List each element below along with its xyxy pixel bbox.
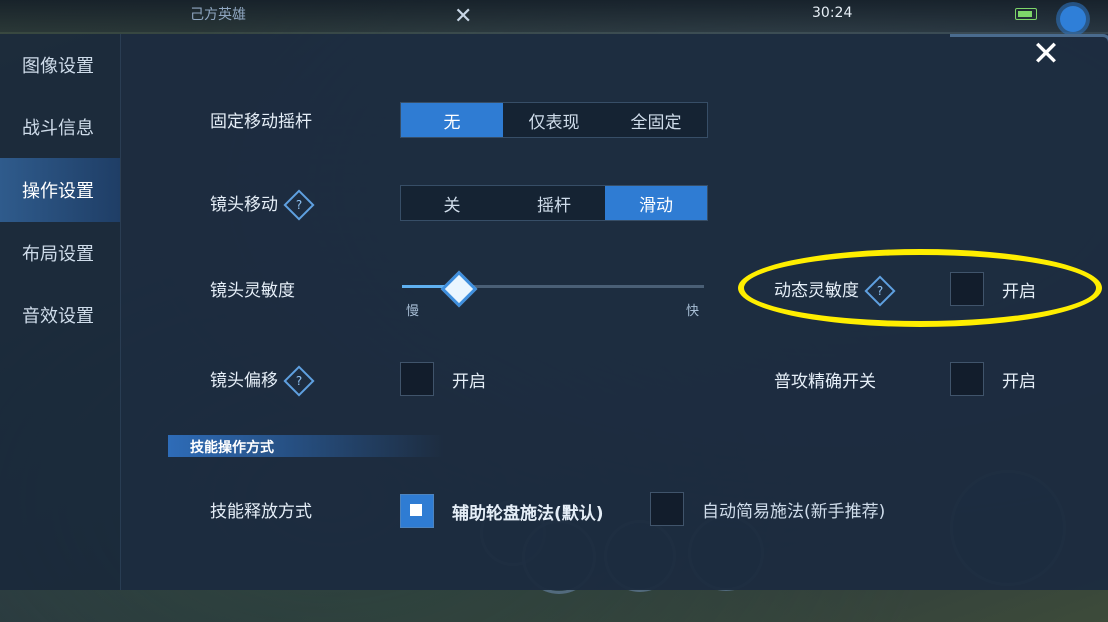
camera-offset-toggle-label: 开启	[452, 372, 486, 392]
sidebar-item-layout[interactable]: 布局设置	[0, 222, 120, 284]
close-icon: ✕	[1031, 34, 1061, 74]
game-hud-top: 己方英雄 ✕ 30:24	[0, 0, 1108, 32]
joystick-option-visual-only[interactable]: 仅表现	[503, 103, 605, 137]
skill-release-auto-simple-label: 自动简易施法(新手推荐)	[702, 502, 886, 522]
skill-section-header: 技能操作方式	[168, 435, 444, 457]
help-icon[interactable]: ?	[283, 365, 315, 397]
close-button[interactable]: ✕	[1022, 34, 1070, 74]
camera-move-option-joystick[interactable]: 摇杆	[503, 186, 605, 220]
joystick-option-full-fixed[interactable]: 全固定	[605, 103, 707, 137]
sidebar-item-label: 图像设置	[22, 56, 94, 77]
joystick-label: 固定移动摇杆	[210, 112, 312, 132]
sidebar-item-graphics[interactable]: 图像设置	[0, 34, 120, 96]
camera-offset-label: 镜头偏移?	[210, 365, 315, 397]
basic-attack-precise-label: 普攻精确开关	[774, 372, 876, 392]
gear-icon[interactable]	[1060, 6, 1086, 32]
game-clock: 30:24	[812, 5, 853, 21]
sidebar-item-battle-info[interactable]: 战斗信息	[0, 96, 120, 158]
camera-offset-checkbox[interactable]	[400, 362, 434, 396]
skill-release-auto-simple-radio[interactable]	[650, 492, 684, 526]
skill-release-label: 技能释放方式	[210, 502, 312, 522]
camera-move-option-swipe[interactable]: 滑动	[605, 186, 707, 220]
skill-release-assist-wheel-label: 辅助轮盘施法(默认)	[452, 504, 604, 524]
skill-release-assist-wheel-radio[interactable]	[400, 494, 434, 528]
camera-move-label: 镜头移动?	[210, 189, 315, 221]
sidebar-item-label: 音效设置	[22, 306, 94, 327]
slider-max-label: 快	[686, 304, 700, 319]
sidebar-item-label: 操作设置	[22, 181, 94, 202]
battery-icon	[1015, 8, 1037, 20]
joystick-option-none[interactable]: 无	[401, 103, 503, 137]
slider-min-label: 慢	[406, 304, 420, 319]
help-icon[interactable]: ?	[283, 189, 315, 221]
highlight-annotation	[738, 249, 1102, 327]
camera-move-option-off[interactable]: 关	[401, 186, 503, 220]
sidebar-item-controls[interactable]: 操作设置	[0, 158, 120, 222]
joystick-segmented-control: 无 仅表现 全固定	[400, 102, 708, 138]
sidebar-item-audio[interactable]: 音效设置	[0, 284, 120, 346]
sidebar-item-label: 布局设置	[22, 244, 94, 265]
camera-offset-label-text: 镜头偏移	[210, 371, 278, 391]
sidebar-item-label: 战斗信息	[22, 118, 94, 139]
hud-close-icon: ✕	[454, 4, 473, 29]
camera-move-label-text: 镜头移动	[210, 195, 278, 215]
basic-attack-precise-checkbox[interactable]	[950, 362, 984, 396]
team-label: 己方英雄	[190, 7, 246, 23]
skill-section-title: 技能操作方式	[190, 440, 274, 456]
basic-attack-precise-toggle-label: 开启	[1002, 372, 1036, 392]
settings-sidebar: 图像设置 战斗信息 操作设置 布局设置 音效设置	[0, 34, 120, 346]
camera-sensitivity-label: 镜头灵敏度	[210, 281, 295, 301]
camera-move-segmented-control: 关 摇杆 滑动	[400, 185, 708, 221]
